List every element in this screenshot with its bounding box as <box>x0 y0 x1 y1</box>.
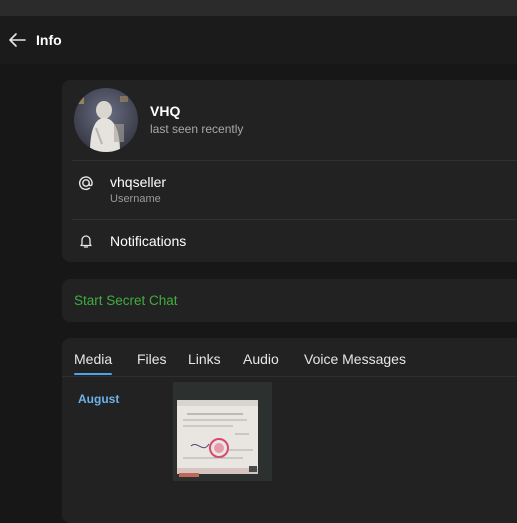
secret-chat-card: Start Secret Chat <box>62 279 517 322</box>
avatar-image <box>74 88 138 152</box>
profile-card: VHQ last seen recently vhqseller Usernam… <box>62 80 517 262</box>
page-title: Info <box>36 32 62 48</box>
avatar[interactable] <box>74 88 138 152</box>
username-label: Username <box>110 193 161 205</box>
media-thumbnail[interactable] <box>173 382 272 481</box>
last-seen-status: last seen recently <box>150 122 244 136</box>
window-top-strip <box>0 0 517 16</box>
media-tabs: Media Files Links Audio Voice Messages <box>62 338 517 376</box>
back-button[interactable] <box>6 30 28 50</box>
username-row[interactable]: vhqseller Username <box>62 161 517 219</box>
profile-name: VHQ <box>150 103 181 119</box>
username-value: vhqseller <box>110 174 167 190</box>
at-sign-icon <box>76 173 96 193</box>
divider <box>62 376 517 377</box>
shared-media-card: Media Files Links Audio Voice Messages A… <box>62 338 517 523</box>
tab-links[interactable]: Links <box>188 351 221 367</box>
month-label: August <box>78 392 120 406</box>
tab-files[interactable]: Files <box>137 351 167 367</box>
start-secret-chat-button[interactable]: Start Secret Chat <box>74 293 178 308</box>
tab-media[interactable]: Media <box>74 351 112 367</box>
document-photo <box>173 382 272 481</box>
notifications-label: Notifications <box>110 233 187 249</box>
tab-audio[interactable]: Audio <box>243 351 279 367</box>
header-bar: Info <box>0 16 517 64</box>
bell-icon <box>76 231 96 251</box>
active-tab-indicator <box>74 373 112 375</box>
arrow-left-icon <box>9 33 26 47</box>
notifications-row[interactable]: Notifications <box>62 220 517 262</box>
tab-voice-messages[interactable]: Voice Messages <box>304 351 406 367</box>
